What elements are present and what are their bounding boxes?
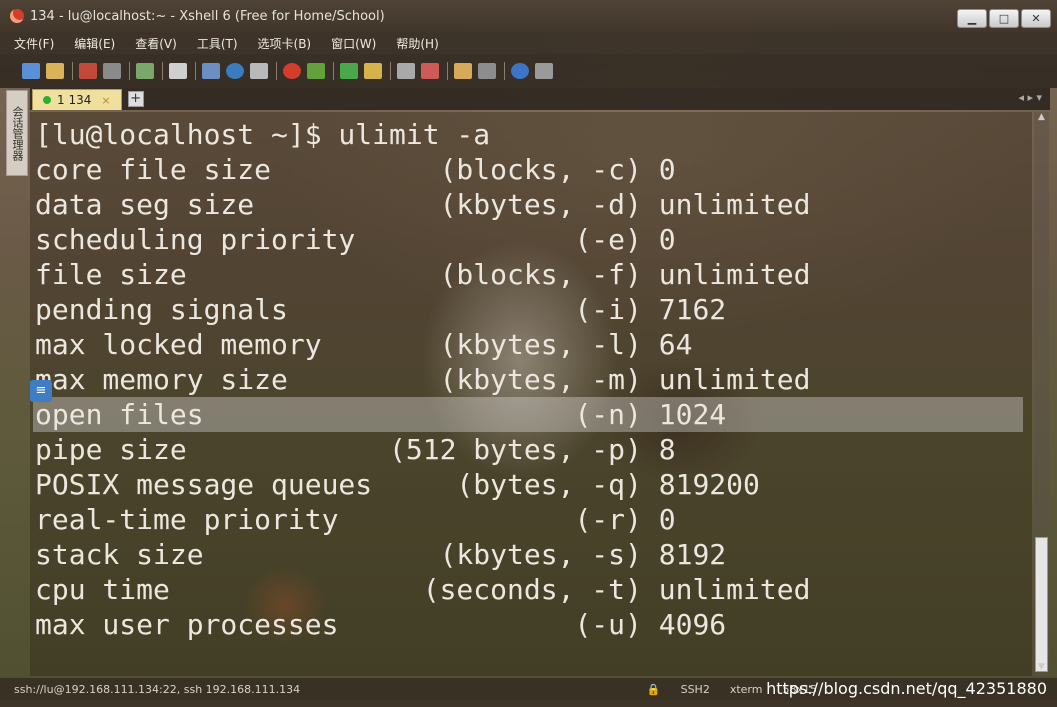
minimize-button[interactable]: ▁ xyxy=(957,9,987,28)
open-folder-icon[interactable] xyxy=(46,63,64,79)
menu-bar: 文件(F) 编辑(E) 查看(V) 工具(T) 选项卡(B) 窗口(W) 帮助(… xyxy=(0,32,1057,54)
close-button[interactable]: ✕ xyxy=(1021,9,1051,28)
scroll-up-icon[interactable]: ▲ xyxy=(1034,112,1049,126)
document-icon[interactable]: ≡ xyxy=(30,380,52,402)
terminal-line: real-time priority (-r) 0 xyxy=(35,503,676,536)
toolbar-separator xyxy=(333,62,334,80)
connection-status: ssh://lu@192.168.111.134:22, ssh 192.168… xyxy=(14,682,301,696)
title-bar: 134 - lu@localhost:~ - Xshell 6 (Free fo… xyxy=(0,0,1057,32)
toolbar-separator xyxy=(162,62,163,80)
properties-icon[interactable] xyxy=(136,63,154,79)
tab-session-134[interactable]: 1 134 × xyxy=(32,89,122,110)
session-manager-panel[interactable]: 会话管理器 xyxy=(6,90,28,176)
terminal-line: max locked memory (kbytes, -l) 64 xyxy=(35,328,693,361)
menu-window[interactable]: 窗口(W) xyxy=(325,35,382,52)
menu-tools[interactable]: 工具(T) xyxy=(191,35,244,52)
window-title: 134 - lu@localhost:~ - Xshell 6 (Free fo… xyxy=(30,8,385,24)
new-session-icon[interactable] xyxy=(22,63,40,79)
layout-icon[interactable] xyxy=(478,63,496,79)
help-icon[interactable] xyxy=(511,63,529,79)
font-icon[interactable] xyxy=(250,63,268,79)
toolbar-separator xyxy=(390,62,391,80)
terminal-line: pending signals (-i) 7162 xyxy=(35,293,727,326)
menu-view[interactable]: 查看(V) xyxy=(129,35,183,52)
tab-close-icon[interactable]: × xyxy=(101,94,110,107)
xshell-app-icon xyxy=(10,9,24,23)
terminal-line: POSIX message queues (bytes, -q) 819200 xyxy=(35,468,760,501)
watermark-url: https://blog.csdn.net/qq_42351880 xyxy=(766,679,1047,698)
fullscreen-icon[interactable] xyxy=(340,63,358,79)
lock-icon[interactable] xyxy=(364,63,382,79)
add-tab-button[interactable]: + xyxy=(127,91,144,107)
chat-icon[interactable] xyxy=(535,63,553,79)
scroll-down-icon[interactable]: ▼ xyxy=(1034,662,1049,676)
terminal-line: file size (blocks, -f) unlimited xyxy=(35,258,811,291)
protocol-status: SSH2 xyxy=(680,682,710,696)
terminal-line: scheduling priority (-e) 0 xyxy=(35,223,676,256)
toolbar-separator xyxy=(276,62,277,80)
menu-edit[interactable]: 编辑(E) xyxy=(68,35,121,52)
connect-icon[interactable] xyxy=(79,63,97,79)
terminal-line: data seg size (kbytes, -d) unlimited xyxy=(35,188,811,221)
window-bottom-edge xyxy=(0,700,1057,707)
terminal-line: core file size (blocks, -c) 0 xyxy=(35,153,676,186)
terminal-line: stack size (kbytes, -s) 8192 xyxy=(35,538,727,571)
terminal-type-status: xterm xyxy=(729,682,763,696)
terminal-prompt-line: [lu@localhost ~]$ ulimit -a xyxy=(35,118,491,151)
vertical-scrollbar[interactable]: ▲ ▼ xyxy=(1034,112,1049,676)
tab-bar: 1 134 × + ◂ ▸ ▾ xyxy=(30,88,1050,110)
connected-status-icon xyxy=(43,96,51,104)
maximize-button[interactable]: □ xyxy=(989,9,1019,28)
terminal[interactable]: [lu@localhost ~]$ ulimit -a core file si… xyxy=(30,112,1032,676)
terminal-line: max user processes (-u) 4096 xyxy=(35,608,727,641)
terminal-line: max memory size (kbytes, -m) unlimited xyxy=(35,363,811,396)
menu-tabs[interactable]: 选项卡(B) xyxy=(252,35,318,52)
terminal-line: pipe size (512 bytes, -p) 8 xyxy=(35,433,676,466)
tab-nav-arrows[interactable]: ◂ ▸ ▾ xyxy=(1018,91,1042,104)
keyboard-icon[interactable] xyxy=(397,63,415,79)
toolbar xyxy=(0,54,1057,88)
compose-icon[interactable] xyxy=(421,63,439,79)
toolbar-separator xyxy=(72,62,73,80)
tab-label: 1 134 xyxy=(57,93,92,107)
menu-file[interactable]: 文件(F) xyxy=(8,35,60,52)
scroll-thumb[interactable] xyxy=(1035,537,1048,672)
disconnect-icon[interactable] xyxy=(103,63,121,79)
menu-help[interactable]: 帮助(H) xyxy=(390,35,444,52)
toolbar-separator xyxy=(129,62,130,80)
xshell-icon[interactable] xyxy=(283,63,301,79)
toolbar-separator xyxy=(504,62,505,80)
terminal-line: cpu time (seconds, -t) unlimited xyxy=(35,573,811,606)
terminal-line-highlighted: open files (-n) 1024 xyxy=(35,398,727,431)
color-scheme-icon[interactable] xyxy=(202,63,220,79)
globe-icon[interactable] xyxy=(226,63,244,79)
find-icon[interactable] xyxy=(169,63,187,79)
lock-status-icon: 🔒 xyxy=(646,682,661,696)
xftp-icon[interactable] xyxy=(307,63,325,79)
toolbar-separator xyxy=(195,62,196,80)
toolbar-separator xyxy=(447,62,448,80)
window-controls: ▁ □ ✕ xyxy=(957,9,1051,28)
add-tab-icon[interactable] xyxy=(454,63,472,79)
